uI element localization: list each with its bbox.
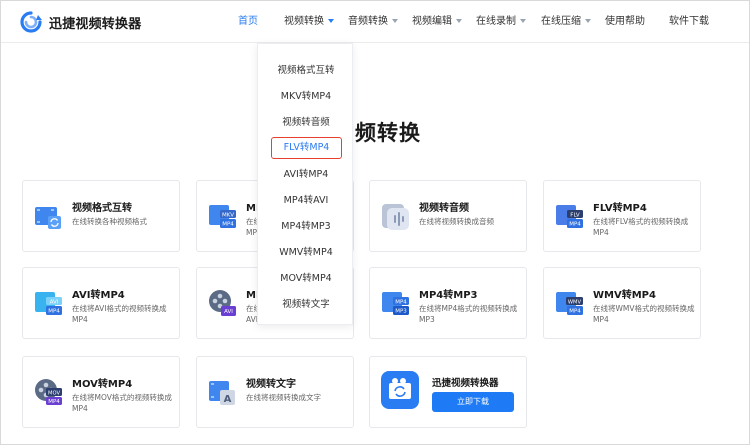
nav-help-label: 使用帮助 bbox=[605, 16, 645, 27]
video-text-icon: A bbox=[209, 381, 235, 405]
dropdown-item[interactable]: 视频转音频 bbox=[258, 116, 354, 130]
nav-online-record-label: 在线录制 bbox=[476, 16, 516, 27]
badge-label: FLV bbox=[570, 212, 580, 218]
chevron-down-icon bbox=[328, 19, 334, 23]
card-title: 视频转文字 bbox=[246, 379, 296, 390]
badge-label: MP4 bbox=[395, 299, 407, 305]
card-desc: 在线将视频转换成音频 bbox=[419, 217, 494, 226]
dropdown-item[interactable]: MP4转AVI bbox=[258, 194, 354, 208]
chevron-down-icon bbox=[392, 19, 398, 23]
card-title: WMV转MP4 bbox=[593, 290, 656, 301]
nav-software-download[interactable]: 软件下载 bbox=[669, 15, 709, 29]
chevron-down-icon bbox=[520, 19, 526, 23]
dropdown-item[interactable]: MOV转MP4 bbox=[258, 272, 354, 286]
card-title: 视频格式互转 bbox=[72, 203, 132, 214]
badge-label: WMV bbox=[568, 299, 582, 305]
badge-label: MOV bbox=[48, 390, 60, 396]
card-desc: 在线将AVI格式的视频转换成MP4 bbox=[72, 304, 167, 324]
nav-home[interactable]: 首页 bbox=[238, 15, 258, 29]
badge-label-mp4: MP4 bbox=[569, 222, 581, 228]
badge-label-mp4: MP4 bbox=[48, 399, 60, 405]
dropdown-item[interactable]: 视频格式互转 bbox=[258, 64, 354, 78]
chevron-down-icon bbox=[456, 19, 462, 23]
video-badge-icon: WMV MP4 bbox=[556, 292, 583, 315]
download-now-button[interactable]: 立即下载 bbox=[432, 392, 514, 412]
tool-card-video-text[interactable]: A 视频转文字 在线将视频转换成文字 bbox=[196, 356, 354, 428]
dropdown-item[interactable]: WMV转MP4 bbox=[258, 246, 354, 260]
dropdown-item-selected[interactable]: FLV转MP4 bbox=[271, 137, 342, 159]
reel-icon: MOV MP4 bbox=[35, 379, 62, 405]
card-desc: 在线将视频转换成文字 bbox=[246, 393, 321, 402]
video-badge-icon: AVI MP4 bbox=[35, 292, 62, 315]
nav-audio-convert-label: 音频转换 bbox=[348, 16, 388, 27]
badge-label: MKV bbox=[222, 212, 234, 218]
audio-icon bbox=[382, 204, 409, 230]
nav-online-compress[interactable]: 在线压缩 bbox=[541, 15, 591, 29]
badge-label-mp4: MP4 bbox=[48, 309, 60, 315]
video-badge-icon: FLV MP4 bbox=[556, 205, 583, 228]
badge-label-mp4: MP4 bbox=[222, 222, 234, 228]
card-desc: 在线将MOV格式的视频转换成MP4 bbox=[72, 393, 172, 413]
nav-online-compress-label: 在线压缩 bbox=[541, 16, 581, 27]
tool-card-mp4-mp3[interactable]: MP4 MP3 MP4转MP3 在线将MP4格式的视频转换成MP3 bbox=[369, 267, 527, 339]
letter-a: A bbox=[224, 394, 232, 405]
download-promo-card: 迅捷视频转换器 立即下载 bbox=[369, 356, 527, 428]
nav-home-label: 首页 bbox=[238, 16, 258, 27]
card-title: MOV转MP4 bbox=[72, 379, 133, 390]
tool-card-video-audio[interactable]: 视频转音频 在线将视频转换成音频 bbox=[369, 180, 527, 252]
dropdown-item[interactable]: MKV转MP4 bbox=[258, 90, 354, 104]
nav-video-edit[interactable]: 视频编辑 bbox=[412, 15, 462, 29]
badge-label-mp4: MP4 bbox=[569, 309, 581, 315]
badge-label-mp3: MP3 bbox=[395, 309, 407, 315]
logo-text: 迅捷视频转换器 bbox=[49, 16, 142, 32]
logo-icon bbox=[20, 11, 42, 33]
dropdown-item[interactable]: MP4转MP3 bbox=[258, 220, 354, 234]
nav-software-download-label: 软件下载 bbox=[669, 16, 709, 27]
tool-card-flv-mp4[interactable]: FLV MP4 FLV转MP4 在线将FLV格式的视频转换成MP4 bbox=[543, 180, 701, 252]
nav-help[interactable]: 使用帮助 bbox=[605, 15, 645, 29]
dropdown-item[interactable]: 视频转文字 bbox=[258, 298, 354, 312]
card-title: 视频转音频 bbox=[419, 203, 469, 214]
tool-card-wmv-mp4[interactable]: WMV MP4 WMV转MP4 在线将WMV格式的视频转换成MP4 bbox=[543, 267, 701, 339]
badge-label: AVI bbox=[224, 309, 233, 315]
card-title: FLV转MP4 bbox=[593, 203, 647, 214]
card-desc: 在线将FLV格式的视频转换成MP4 bbox=[593, 217, 689, 237]
top-nav-bar: 迅捷视频转换器 首页 视频转换 音频转换 视频编辑 在线录制 在线压缩 使用帮助… bbox=[1, 1, 749, 43]
card-desc: 在线转换各种视频格式 bbox=[72, 217, 147, 226]
nav-video-convert[interactable]: 视频转换 bbox=[284, 15, 334, 29]
video-badge-icon: MKV MP4 bbox=[209, 205, 236, 228]
card-title: MP4转MP3 bbox=[419, 290, 478, 301]
reel-icon: AVI bbox=[209, 290, 236, 316]
card-title: AVI转MP4 bbox=[72, 290, 125, 301]
video-badge-icon: MP4 MP3 bbox=[382, 292, 409, 315]
page-title: 频转换 bbox=[355, 121, 421, 145]
site-logo[interactable]: 迅捷视频转换器 bbox=[19, 11, 141, 33]
card-desc: 在线将MP4格式的视频转换成MP3 bbox=[419, 304, 518, 324]
dropdown-item[interactable]: AVI转MP4 bbox=[258, 168, 354, 182]
nav-video-convert-label: 视频转换 bbox=[284, 16, 324, 27]
tool-card-mov-mp4[interactable]: MOV MP4 MOV转MP4 在线将MOV格式的视频转换成MP4 bbox=[22, 356, 180, 428]
tool-card-avi-mp4[interactable]: AVI MP4 AVI转MP4 在线将AVI格式的视频转换成MP4 bbox=[22, 267, 180, 339]
page: 迅捷视频转换器 首页 视频转换 音频转换 视频编辑 在线录制 在线压缩 使用帮助… bbox=[0, 0, 750, 445]
card-desc: 在线将WMV格式的视频转换成MP4 bbox=[593, 304, 695, 324]
video-convert-dropdown: 视频格式互转 MKV转MP4 视频转音频 FLV转MP4 AVI转MP4 MP4… bbox=[257, 43, 353, 325]
tool-card-video-format[interactable]: 视频格式互转 在线转换各种视频格式 bbox=[22, 180, 180, 252]
video-convert-icon bbox=[35, 207, 61, 229]
nav-audio-convert[interactable]: 音频转换 bbox=[348, 15, 398, 29]
download-card-title: 迅捷视频转换器 bbox=[432, 378, 499, 389]
badge-label: AVI bbox=[50, 299, 59, 305]
nav-video-edit-label: 视频编辑 bbox=[412, 16, 452, 27]
nav-online-record[interactable]: 在线录制 bbox=[476, 15, 526, 29]
app-logo-icon bbox=[381, 371, 419, 409]
chevron-down-icon bbox=[585, 19, 591, 23]
